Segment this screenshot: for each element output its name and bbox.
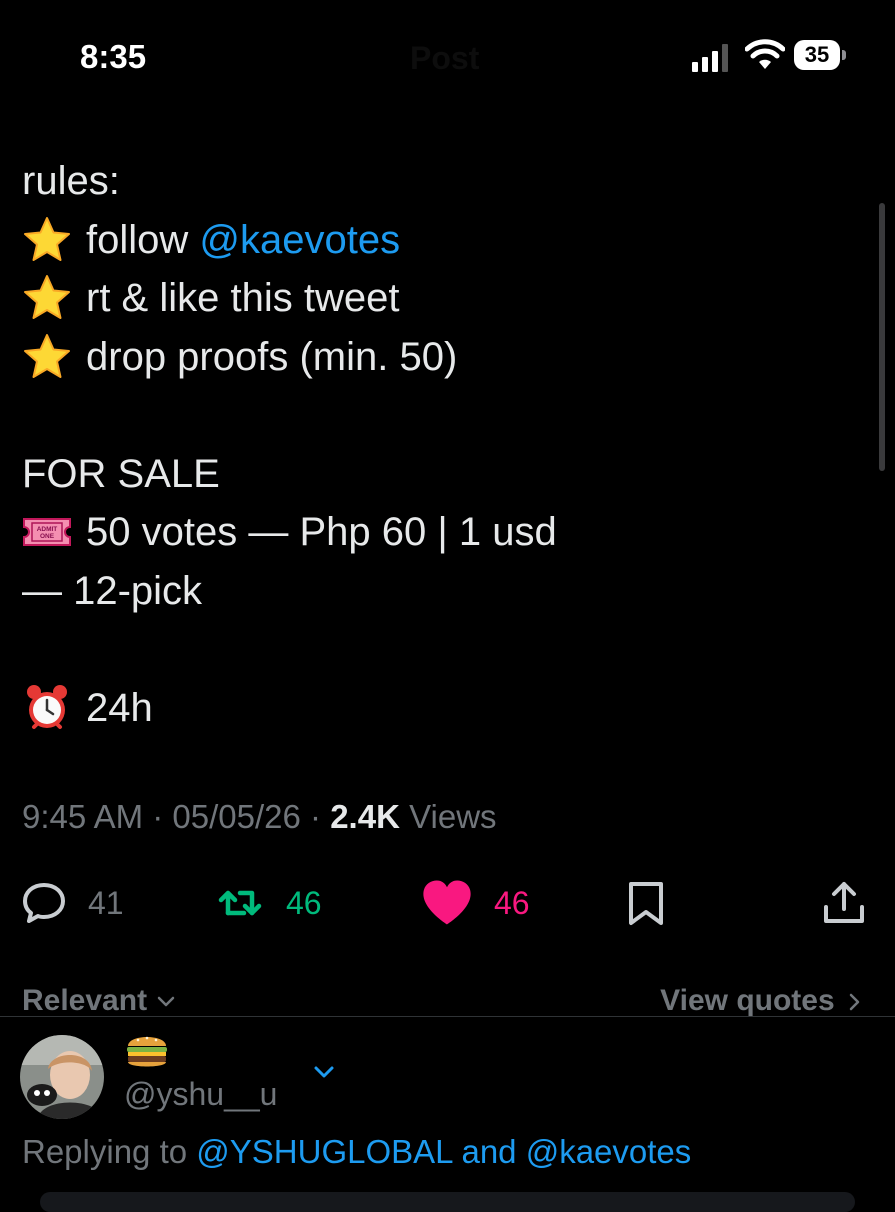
sort-label: Relevant xyxy=(22,984,148,1017)
reply-handle[interactable]: @yshu__u xyxy=(124,1076,277,1113)
post-time: 9:45 AM xyxy=(22,798,144,835)
reply-input-box[interactable] xyxy=(40,1192,855,1212)
reply-display-name[interactable] xyxy=(124,1028,170,1077)
battery-level: 35 xyxy=(794,40,840,70)
heart-icon xyxy=(423,880,471,925)
mention-link-kaevotes[interactable]: @kaevotes xyxy=(526,1133,692,1170)
reply-count: 41 xyxy=(88,884,124,921)
wifi-icon xyxy=(745,39,785,69)
replying-to: Replying to @YSHUGLOBAL and @kaevotes xyxy=(22,1133,692,1170)
cellular-signal-icon xyxy=(692,44,732,72)
alarm-clock-icon xyxy=(27,684,67,729)
status-bar: 8:35 Post 35 xyxy=(0,0,895,115)
bookmark-button[interactable] xyxy=(622,868,670,938)
action-bar: 41 46 46 xyxy=(0,868,895,938)
sale-heading: FOR SALE xyxy=(22,451,220,496)
rule-retweet: rt & like this tweet xyxy=(22,269,872,328)
mention-link-kaevotes[interactable]: @kaevotes xyxy=(199,211,400,270)
reply-icon xyxy=(23,883,65,923)
share-button[interactable] xyxy=(820,868,868,938)
avatar[interactable] xyxy=(20,1035,104,1119)
ticket-icon: ADMIT ONE xyxy=(23,518,71,547)
rule-proofs-text: drop proofs (min. 50) xyxy=(86,334,458,379)
sort-dropdown[interactable]: Relevant xyxy=(22,984,177,1018)
like-button[interactable]: 46 xyxy=(420,868,530,938)
chevron-right-icon xyxy=(849,993,860,1011)
repost-icon xyxy=(218,890,262,916)
header-title: Post xyxy=(410,40,480,76)
duration-line: 24h xyxy=(22,679,872,738)
svg-text:ADMIT: ADMIT xyxy=(37,526,58,533)
replies-header: Relevant View quotes xyxy=(0,978,895,1017)
bookmark-icon xyxy=(629,882,663,925)
battery-icon: 35 xyxy=(794,40,848,72)
hamburger-icon xyxy=(127,1036,167,1067)
svg-text:ONE: ONE xyxy=(40,533,55,540)
rule-follow-text: follow xyxy=(86,217,200,262)
chevron-down-icon xyxy=(158,996,175,1007)
clock-time: 8:35 xyxy=(80,38,147,75)
repost-count: 46 xyxy=(286,884,322,921)
rule-proofs: drop proofs (min. 50) xyxy=(22,328,872,387)
sale-line-text: 50 votes — Php 60 | 1 usd xyxy=(86,510,557,554)
rules-heading: rules: xyxy=(22,159,120,203)
views-label: Views xyxy=(399,798,497,835)
view-quotes-link[interactable]: View quotes xyxy=(660,984,865,1018)
share-icon xyxy=(824,882,864,923)
star-icon xyxy=(24,275,70,320)
star-icon xyxy=(24,333,70,378)
sale-line: ADMIT ONE 50 votes — Php 60 | 1 usd xyxy=(22,503,872,562)
scrollbar[interactable] xyxy=(879,203,885,471)
rule-retweet-text: rt & like this tweet xyxy=(86,276,400,320)
view-quotes-label: View quotes xyxy=(660,984,835,1017)
sale-line-2: — 12-pick xyxy=(22,568,203,613)
star-icon xyxy=(24,216,70,261)
mention-link-yshuglobal[interactable]: @YSHUGLOBAL xyxy=(196,1133,452,1170)
post-date: 05/05/26 xyxy=(172,798,301,835)
rule-follow: follow @kaevotes xyxy=(22,211,872,270)
like-count: 46 xyxy=(494,884,530,921)
duration-text: 24h xyxy=(86,685,153,730)
chevron-down-icon[interactable] xyxy=(312,1060,336,1084)
reply-button[interactable]: 41 xyxy=(20,868,124,938)
views-count[interactable]: 2.4K xyxy=(330,798,400,835)
post-meta: 9:45 AM · 05/05/26 · 2.4K Views xyxy=(22,798,497,835)
post-body: rules: follow @kaevotes rt & like this t… xyxy=(22,152,872,737)
repost-button[interactable]: 46 xyxy=(218,868,322,938)
